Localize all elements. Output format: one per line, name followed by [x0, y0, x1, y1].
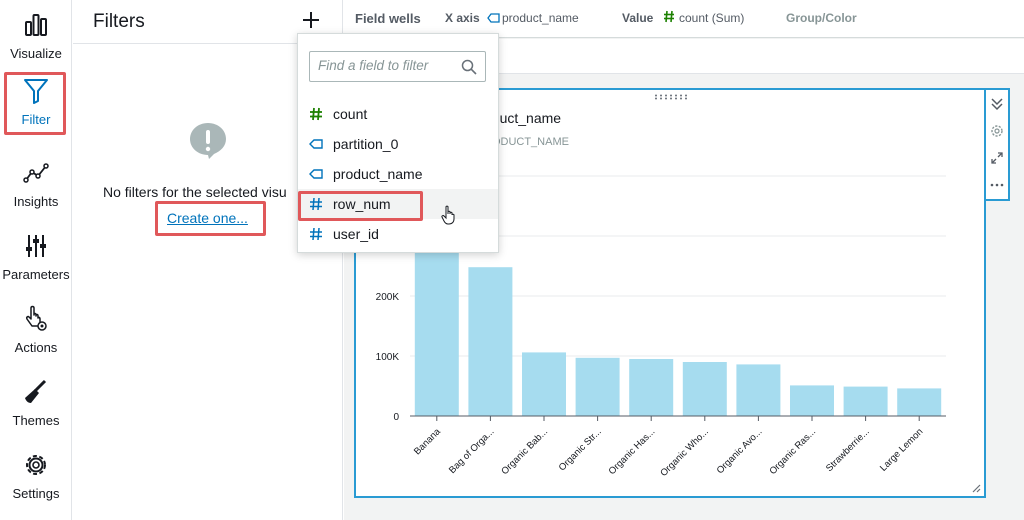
field-item-label: partition_0	[333, 136, 399, 152]
value-field[interactable]: count (Sum)	[679, 11, 744, 25]
filters-title: Filters	[93, 10, 145, 32]
double-chevron-down-icon	[991, 97, 1003, 110]
collapse-visual-button[interactable]	[986, 90, 1008, 117]
group-color-label[interactable]: Group/Color	[786, 11, 857, 25]
nav-themes[interactable]: Themes	[0, 373, 72, 439]
create-link-highlight-box	[155, 201, 266, 236]
chart-bar[interactable]	[897, 388, 942, 416]
left-nav-rail: Visualize Filter Insights Parameters Act…	[0, 0, 72, 520]
field-item-label: user_id	[333, 226, 379, 242]
nav-actions-label: Actions	[14, 340, 58, 355]
nav-parameters-label: Parameters	[2, 267, 70, 282]
filter-highlight-box	[4, 72, 66, 135]
x-tick-label: Organic Avo...	[715, 426, 765, 476]
nav-actions[interactable]: Actions	[0, 300, 72, 366]
expand-arrows-icon	[991, 151, 1003, 164]
chart-bar[interactable]	[414, 236, 459, 416]
nav-parameters[interactable]: Parameters	[0, 227, 72, 293]
more-options-button[interactable]	[986, 171, 1008, 198]
nav-settings-label: Settings	[12, 486, 60, 501]
x-tick-label: Organic Str...	[557, 426, 604, 473]
chart-bar[interactable]	[575, 357, 620, 416]
measure-hash-icon	[310, 227, 322, 241]
visual-toolbar	[984, 88, 1010, 201]
y-tick-label: 200K	[376, 292, 400, 303]
exclamation-bubble-icon	[188, 121, 228, 161]
nav-insights-label: Insights	[13, 194, 59, 209]
dimension-tag-icon	[309, 169, 323, 179]
x-tick-label: Large Lemon	[878, 426, 925, 473]
chart-bar[interactable]	[468, 267, 513, 416]
x-tick-label: Bag of Orga...	[447, 426, 497, 476]
dimension-tag-icon	[309, 139, 323, 149]
field-item-product-name[interactable]: product_name	[298, 159, 498, 189]
x-axis-field[interactable]: product_name	[502, 11, 579, 25]
nav-visualize[interactable]: Visualize	[0, 6, 72, 72]
x-axis-label: X axis	[445, 11, 480, 25]
chart-bar[interactable]	[682, 362, 727, 416]
pointer-gear-icon	[21, 304, 51, 334]
x-tick-label: Organic Who...	[658, 426, 711, 479]
field-search-box[interactable]	[309, 51, 486, 82]
sliders-icon	[21, 231, 51, 261]
plus-icon	[303, 12, 319, 28]
gear-icon	[21, 450, 51, 480]
add-filter-button[interactable]	[302, 6, 320, 34]
x-tick-label: Organic Has...	[607, 426, 658, 477]
x-tick-label: Strawberrie...	[824, 426, 872, 474]
chart-bar[interactable]	[629, 359, 674, 416]
x-tick-label: Organic Ras...	[767, 426, 818, 477]
measure-hash-icon	[663, 10, 675, 26]
bar-chart-icon	[21, 10, 51, 40]
x-tick-label: Banana	[412, 426, 443, 457]
brush-icon	[21, 377, 51, 407]
x-tick-label: Organic Bab...	[499, 426, 550, 477]
measure-hash-icon	[310, 107, 322, 121]
field-item-label: count	[333, 106, 368, 122]
field-picker-dropdown: count partition_0 product_name row_num u…	[297, 33, 499, 253]
ellipsis-icon	[990, 183, 1004, 186]
chart-bar[interactable]	[843, 386, 888, 416]
y-tick-label: 0	[393, 412, 399, 423]
quicksight-editor: Visualize Filter Insights Parameters Act…	[0, 0, 1024, 520]
field-item-partition-0[interactable]: partition_0	[298, 129, 498, 159]
chart-bars	[414, 236, 942, 416]
field-item-count[interactable]: count	[298, 99, 498, 129]
gear-icon	[991, 124, 1003, 137]
chart-bar[interactable]	[790, 385, 834, 416]
format-visual-button[interactable]	[986, 117, 1008, 144]
nav-settings[interactable]: Settings	[0, 446, 72, 512]
row-num-highlight-box	[298, 191, 423, 221]
search-icon	[461, 59, 477, 75]
value-label: Value	[622, 11, 654, 25]
nav-insights[interactable]: Insights	[0, 154, 72, 220]
trend-icon	[21, 158, 51, 188]
field-search-input[interactable]	[318, 58, 458, 73]
field-wells-label[interactable]: Field wells	[355, 11, 421, 26]
expand-visual-button[interactable]	[986, 144, 1008, 171]
nav-visualize-label: Visualize	[10, 46, 62, 61]
field-item-label: product_name	[333, 166, 423, 182]
nav-themes-label: Themes	[12, 413, 60, 428]
resize-handle-icon[interactable]	[971, 483, 981, 493]
chart-bar[interactable]	[522, 352, 566, 416]
field-item-user-id[interactable]: user_id	[298, 219, 498, 249]
chart-bar[interactable]	[736, 364, 781, 416]
y-tick-label: 100K	[376, 352, 400, 363]
empty-filters-message: No filters for the selected visu	[103, 184, 287, 200]
dimension-tag-icon	[487, 12, 500, 26]
